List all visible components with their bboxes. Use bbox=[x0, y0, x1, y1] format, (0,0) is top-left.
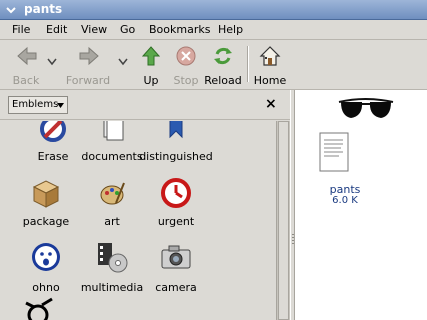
forward-arrow-icon bbox=[79, 46, 99, 66]
menu-bookmarks[interactable]: Bookmarks bbox=[149, 23, 210, 36]
emblems-panel: Erase documents distinguished package ar… bbox=[0, 121, 275, 320]
emblem-urgent[interactable]: urgent bbox=[136, 177, 216, 229]
stop-label: Stop bbox=[173, 74, 199, 87]
sidebar-view-select-value: Emblems bbox=[12, 99, 59, 110]
text-file-icon bbox=[319, 132, 349, 172]
art-icon bbox=[100, 182, 125, 205]
home-icon bbox=[259, 46, 281, 66]
multimedia-icon bbox=[98, 243, 128, 273]
grip-mark bbox=[292, 240, 294, 241]
forward-label: Forward bbox=[65, 74, 111, 87]
sidebar-view-select[interactable]: Emblems bbox=[8, 96, 68, 114]
emblem-camera[interactable]: camera bbox=[136, 241, 216, 295]
distinguished-icon bbox=[169, 121, 183, 139]
close-sidebar-icon[interactable]: × bbox=[265, 96, 277, 112]
home-label: Home bbox=[253, 74, 287, 87]
stop-icon bbox=[176, 46, 196, 66]
file-view[interactable]: pants 6.0 K bbox=[295, 90, 427, 320]
emblem-distinguished[interactable]: distinguished bbox=[136, 121, 216, 165]
menu-view[interactable]: View bbox=[81, 23, 107, 36]
up-label: Up bbox=[143, 74, 159, 87]
camera-icon bbox=[161, 245, 191, 269]
grip-mark bbox=[292, 234, 294, 235]
back-arrow-icon bbox=[17, 46, 37, 66]
emblem-partial-icon bbox=[25, 297, 53, 320]
reload-icon bbox=[214, 47, 232, 65]
emblem-label: camera bbox=[155, 281, 197, 294]
home-button[interactable]: Home bbox=[252, 43, 288, 87]
stop-button[interactable]: Stop bbox=[170, 43, 202, 87]
up-arrow-icon bbox=[141, 46, 161, 66]
reload-button[interactable]: Reload bbox=[204, 43, 242, 87]
forward-history-chevron-icon[interactable] bbox=[118, 58, 128, 66]
window-title: pants bbox=[24, 2, 63, 16]
grip-mark bbox=[292, 243, 294, 244]
menu-go[interactable]: Go bbox=[120, 23, 135, 36]
grip-mark bbox=[292, 237, 294, 238]
window-menu-icon[interactable] bbox=[3, 2, 18, 17]
ohno-icon bbox=[32, 243, 60, 271]
menu-edit[interactable]: Edit bbox=[46, 23, 67, 36]
reload-label: Reload bbox=[204, 74, 242, 87]
back-button[interactable]: Back bbox=[8, 43, 44, 87]
sidebar-header: Emblems × bbox=[0, 90, 290, 120]
emblem-label: urgent bbox=[157, 215, 195, 228]
emblem-label: distinguished bbox=[139, 150, 213, 163]
menu-help[interactable]: Help bbox=[218, 23, 243, 36]
package-icon bbox=[32, 180, 60, 208]
scrollbar-thumb[interactable] bbox=[278, 121, 289, 320]
documents-icon bbox=[103, 121, 124, 141]
back-history-chevron-icon[interactable] bbox=[47, 58, 57, 66]
toolbar: Back Forward Up Stop Reload Home bbox=[0, 40, 427, 90]
forward-button[interactable]: Forward bbox=[62, 43, 114, 87]
toolbar-separator bbox=[247, 46, 249, 82]
erase-icon bbox=[40, 121, 66, 142]
urgent-icon bbox=[161, 178, 191, 208]
window-titlebar[interactable]: pants bbox=[0, 0, 427, 20]
chevron-down-icon bbox=[57, 103, 64, 108]
up-button[interactable]: Up bbox=[137, 43, 165, 87]
sunglasses-icon bbox=[338, 98, 394, 118]
menubar: File Edit View Go Bookmarks Help bbox=[0, 20, 427, 40]
file-size: 6.0 K bbox=[332, 195, 358, 206]
menu-file[interactable]: File bbox=[12, 23, 30, 36]
back-label: Back bbox=[12, 74, 40, 87]
emblems-scrollbar[interactable] bbox=[276, 121, 290, 320]
